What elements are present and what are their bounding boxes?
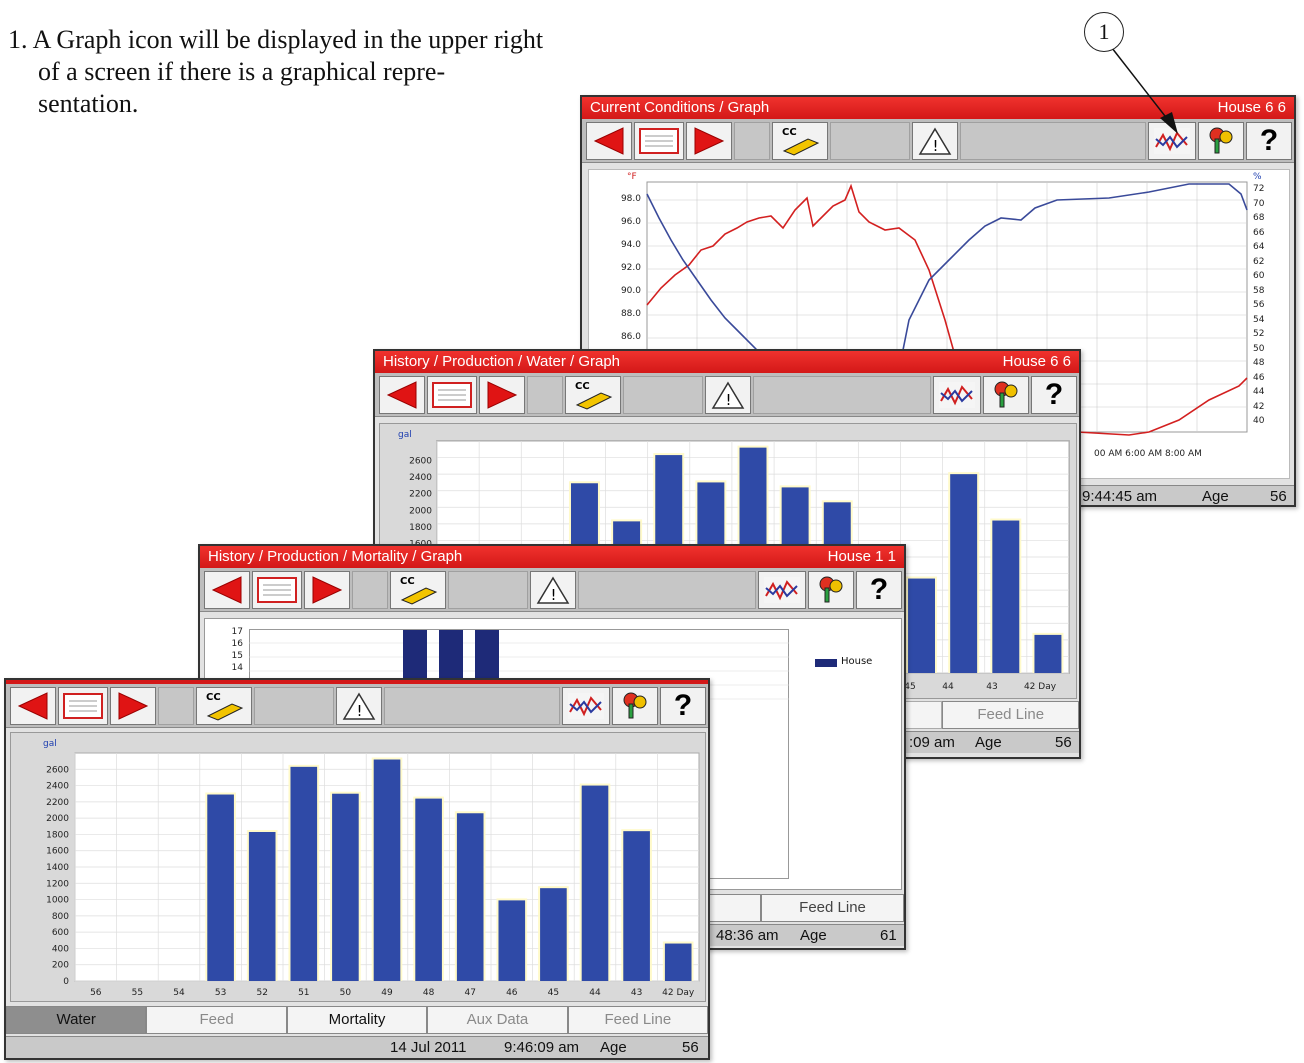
callout-arrow [1111,47,1178,134]
callout-number: 1 [1084,12,1124,52]
